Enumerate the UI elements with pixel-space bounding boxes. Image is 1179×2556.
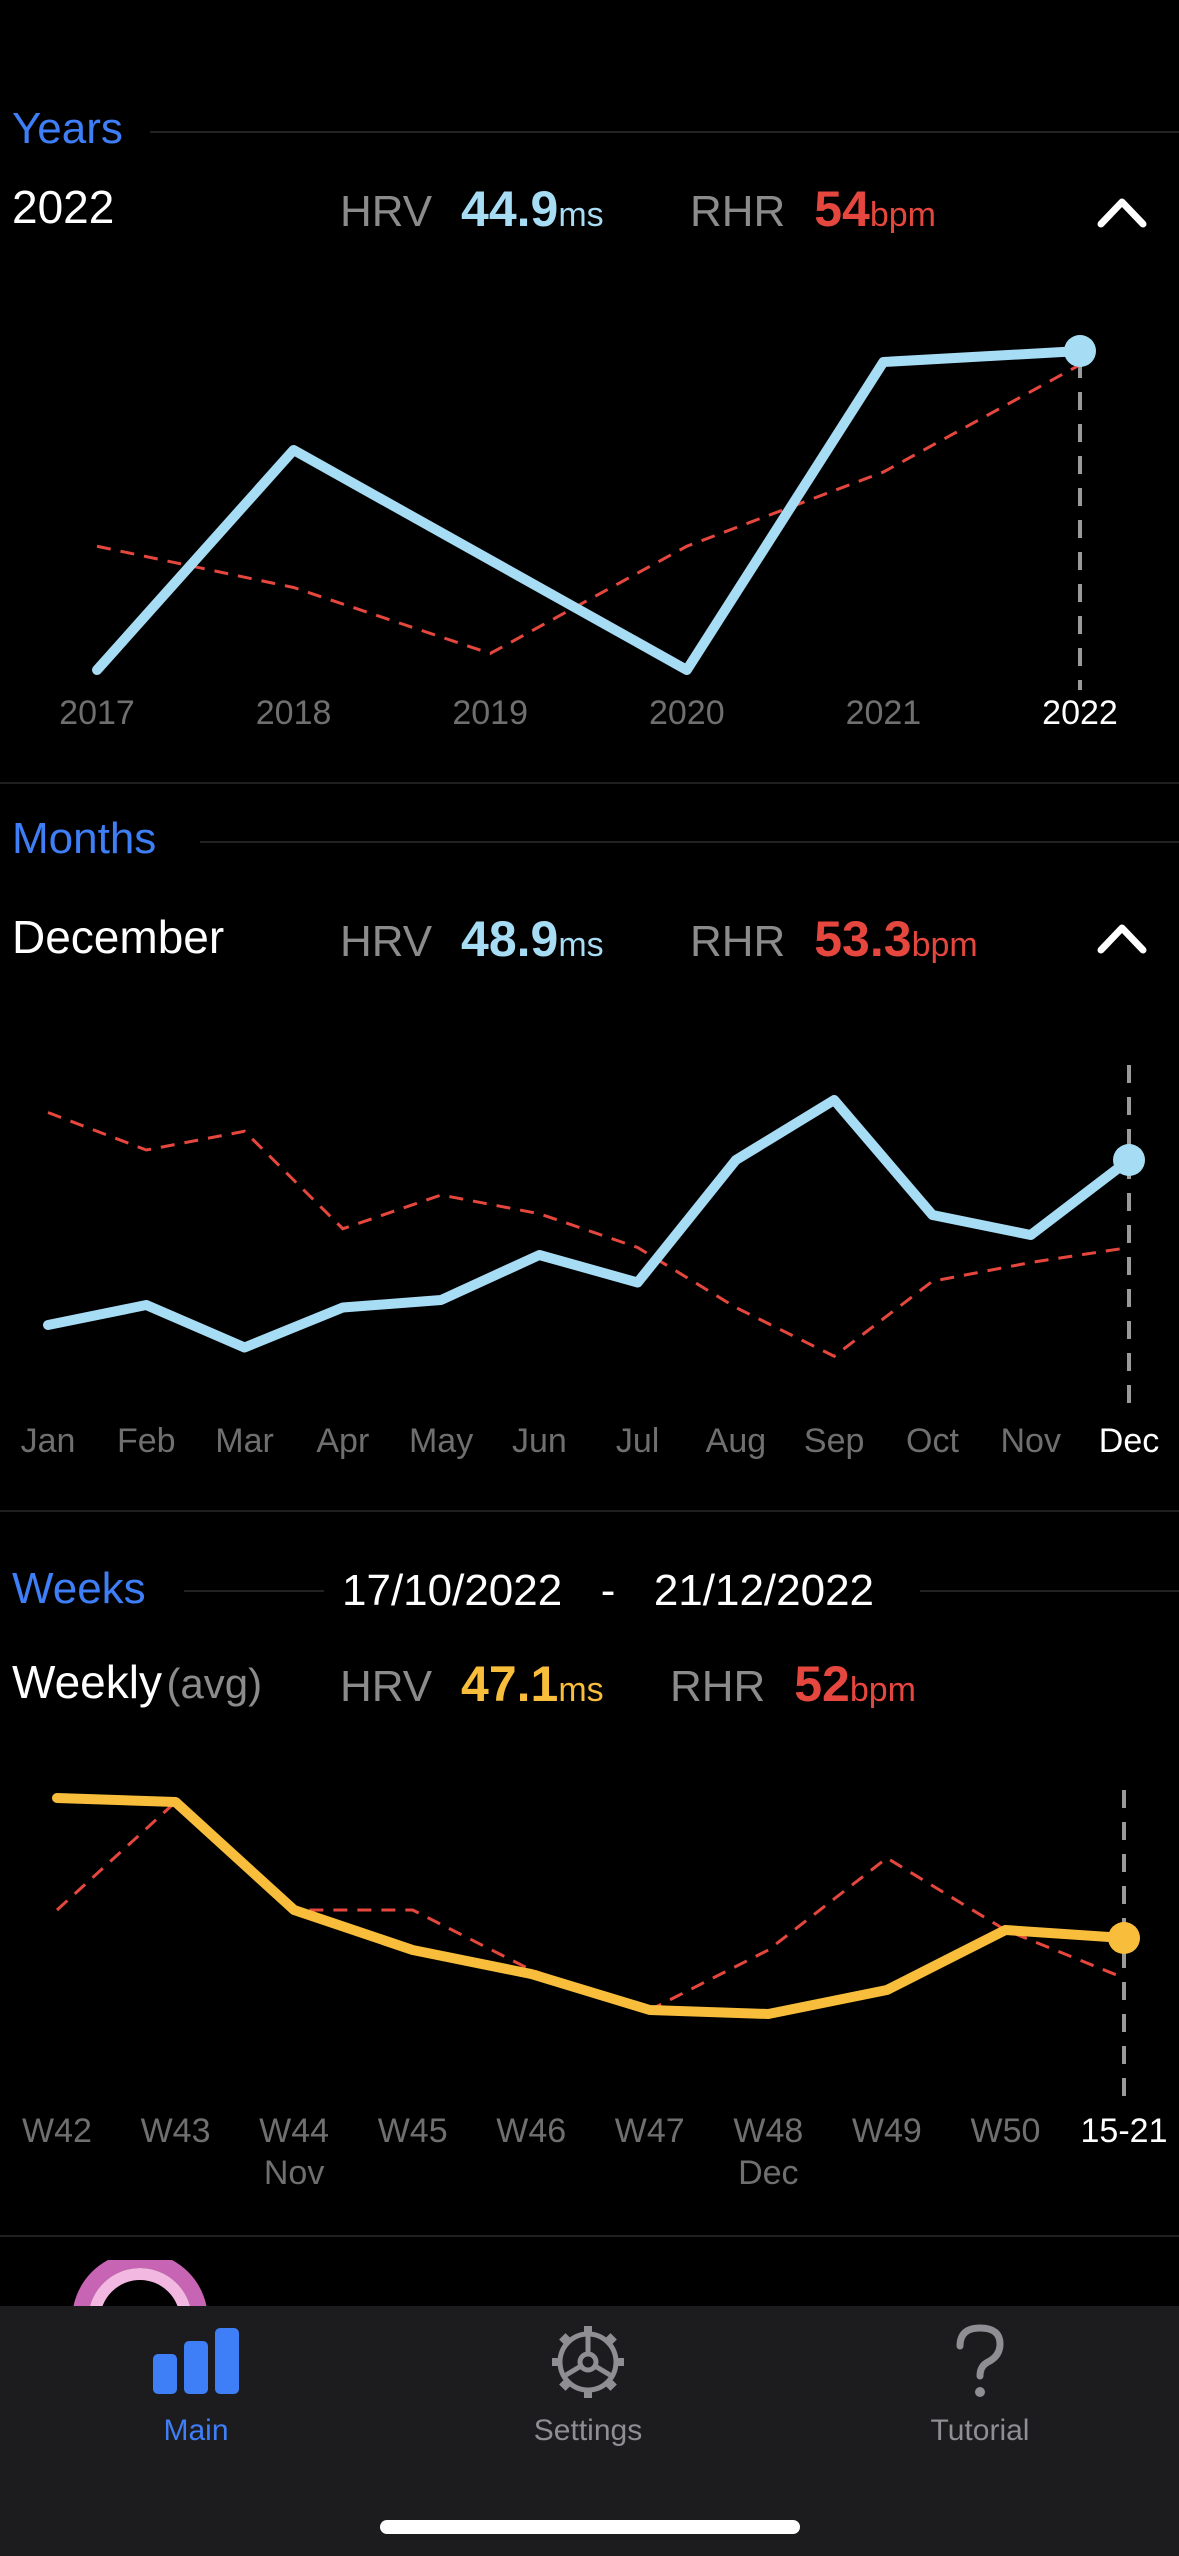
years-selected-label: 2022 (12, 181, 115, 233)
x-tick-label[interactable]: 2019 (452, 694, 528, 733)
x-tick-label[interactable]: W42 (22, 2112, 92, 2151)
years-chart[interactable] (0, 300, 1179, 720)
x-tick-label[interactable]: W43 (141, 2112, 211, 2151)
x-tick-label[interactable]: W48 (733, 2112, 803, 2151)
x-tick-label[interactable]: Sep (804, 1422, 865, 1461)
weeks-chart[interactable] (0, 1760, 1179, 2110)
rhr-label: RHR (690, 187, 786, 236)
x-tick-label[interactable]: Dec (1099, 1422, 1159, 1461)
years-hrv-stat: HRV 44.9ms (340, 180, 604, 238)
rhr-value: 52 (794, 1656, 850, 1712)
hrv-label: HRV (340, 917, 433, 966)
home-indicator (380, 2520, 800, 2534)
weeks-date-range[interactable]: 17/10/2022 - 21/12/2022 (342, 1566, 874, 1616)
weeks-rhr-stat: RHR 52bpm (670, 1655, 916, 1713)
hrv-value: 47.1 (461, 1656, 559, 1712)
x-tick-label[interactable]: Jul (616, 1422, 659, 1461)
x-tick-label[interactable]: W49 (852, 2112, 922, 2151)
selected-point[interactable] (1064, 335, 1096, 367)
tab-bar: Main Settings Tutorial (0, 2306, 1179, 2556)
tab-main-label: Main (163, 2414, 229, 2447)
question-icon (956, 2324, 1004, 2397)
x-tick-label[interactable]: Aug (706, 1422, 767, 1461)
x-tick-label[interactable]: Jun (512, 1422, 567, 1461)
hrv-unit: ms (558, 926, 604, 964)
x-tick-label[interactable]: Feb (117, 1422, 176, 1461)
weeks-hrv-stat: HRV 47.1ms (340, 1655, 604, 1713)
months-chart[interactable] (0, 1040, 1179, 1420)
months-divider (200, 841, 1179, 843)
rhr-value: 53.3 (814, 911, 912, 967)
x-tick-month-label: Nov (263, 2154, 325, 2192)
rhr-unit: bpm (869, 196, 936, 234)
x-tick-label[interactable]: W44 (259, 2112, 329, 2151)
weekly-avg-label: (avg) (166, 1660, 263, 1707)
x-tick-label[interactable]: Jan (21, 1422, 76, 1461)
rhr-label: RHR (690, 917, 786, 966)
x-tick-label[interactable]: 15-21 (1081, 2112, 1168, 2151)
hrv-value: 44.9 (461, 181, 559, 237)
collapse-chevron-icon[interactable] (1097, 918, 1147, 958)
hrv-series-line (52, 1793, 1129, 2019)
weekly-label: Weekly (12, 1656, 162, 1708)
x-tick-label[interactable]: W50 (970, 2112, 1040, 2151)
collapse-chevron-icon[interactable] (1097, 192, 1147, 232)
x-tick-label[interactable]: Apr (316, 1422, 369, 1461)
x-tick-label[interactable]: Oct (906, 1422, 959, 1461)
hrv-unit: ms (558, 196, 604, 234)
x-tick-label[interactable]: 2021 (846, 694, 922, 733)
x-tick-label[interactable]: 2020 (649, 694, 725, 733)
x-tick-label[interactable]: 2018 (256, 694, 332, 733)
years-divider (150, 131, 1179, 133)
selected-point[interactable] (1108, 1922, 1140, 1954)
years-rhr-stat: RHR 54bpm (690, 180, 936, 238)
rhr-label: RHR (670, 1662, 766, 1711)
x-tick-label[interactable]: W46 (496, 2112, 566, 2151)
x-tick-month-label: Dec (738, 2154, 799, 2192)
x-tick-label[interactable]: Nov (1000, 1422, 1060, 1461)
gear-icon (552, 2326, 624, 2398)
x-tick-label[interactable]: W47 (615, 2112, 685, 2151)
months-rhr-stat: RHR 53.3bpm (690, 910, 978, 968)
section-separator (0, 782, 1179, 784)
weeks-divider-left (184, 1590, 324, 1592)
years-section-title: Years (12, 104, 123, 153)
rhr-unit: bpm (911, 926, 978, 964)
date-range-separator: - (600, 1566, 616, 1615)
weeks-selected-label: Weekly (avg) (12, 1655, 262, 1709)
selected-point[interactable] (1113, 1144, 1145, 1176)
hrv-series-line (92, 346, 1085, 675)
rhr-unit: bpm (849, 1671, 916, 1709)
date-range-end: 21/12/2022 (653, 1566, 875, 1615)
hrv-label: HRV (340, 1662, 433, 1711)
months-hrv-stat: HRV 48.9ms (340, 910, 604, 968)
weeks-section-title: Weeks (12, 1564, 146, 1613)
tab-tutorial-label: Tutorial (930, 2414, 1030, 2447)
rhr-series-line (47, 1111, 1130, 1359)
x-tick-label[interactable]: 2017 (59, 694, 135, 733)
x-tick-label[interactable]: W45 (378, 2112, 448, 2151)
section-separator (0, 2235, 1179, 2237)
weeks-divider-right (920, 1590, 1179, 1592)
months-selected-label: December (12, 911, 225, 963)
hrv-unit: ms (558, 1671, 604, 1709)
tab-settings-label: Settings (533, 2414, 643, 2447)
x-tick-label[interactable]: 2022 (1042, 694, 1118, 733)
date-range-start: 17/10/2022 (342, 1566, 563, 1615)
section-separator (0, 1510, 1179, 1512)
x-tick-label[interactable]: Mar (215, 1422, 274, 1461)
hrv-value: 48.9 (461, 911, 559, 967)
rhr-value: 54 (814, 181, 870, 237)
x-tick-label[interactable]: May (409, 1422, 473, 1461)
months-section-title: Months (12, 814, 157, 863)
bar-chart-icon (153, 2328, 239, 2394)
hrv-label: HRV (340, 187, 433, 236)
